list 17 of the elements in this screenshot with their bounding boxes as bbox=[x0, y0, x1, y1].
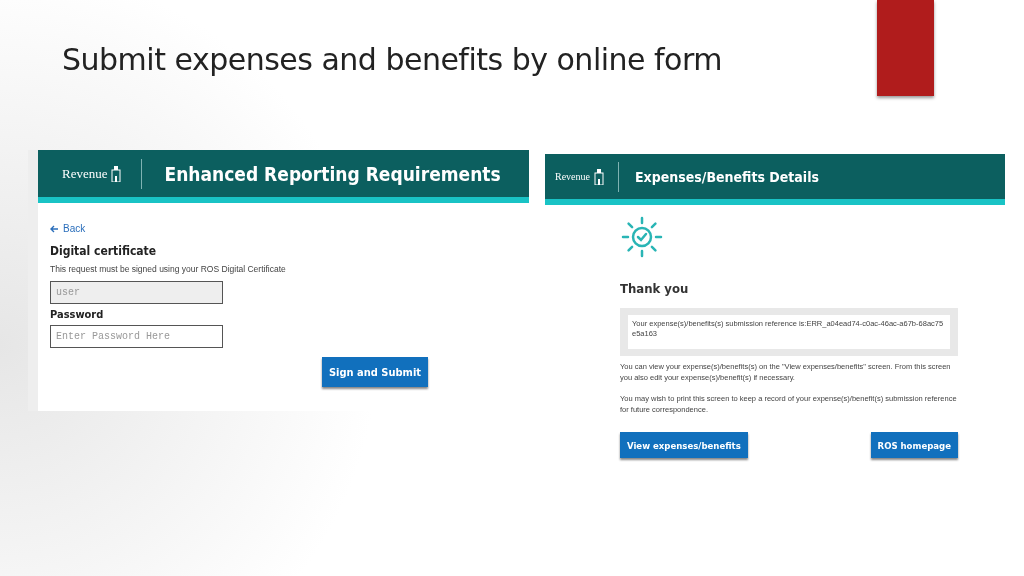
thank-you-heading: Thank you bbox=[620, 281, 690, 296]
homepage-button[interactable]: ROS homepage bbox=[870, 432, 958, 458]
sign-and-submit-button[interactable]: Sign and Submit bbox=[322, 357, 428, 387]
slide-title: Submit expenses and benefits by online form bbox=[61, 41, 722, 79]
revenue-logo-text: Revenue bbox=[555, 171, 590, 182]
header-title: Enhanced Reporting Requirements bbox=[164, 162, 501, 185]
castle-icon bbox=[111, 165, 122, 182]
password-field[interactable]: Enter Password Here bbox=[50, 325, 223, 348]
revenue-logo-text: Revenue bbox=[62, 165, 108, 182]
left-arrow-icon bbox=[50, 224, 59, 233]
view-expenses-button[interactable]: View expenses/benefits bbox=[620, 432, 748, 458]
description-text: This request must be signed using your ROS Digital Certificate bbox=[50, 264, 287, 274]
back-link[interactable]: Back bbox=[50, 223, 86, 234]
section-heading: Digital certificate bbox=[50, 244, 158, 258]
castle-icon bbox=[594, 168, 604, 185]
field-label: Password bbox=[50, 308, 105, 321]
header-title: Expenses/Benefits Details bbox=[635, 168, 819, 185]
